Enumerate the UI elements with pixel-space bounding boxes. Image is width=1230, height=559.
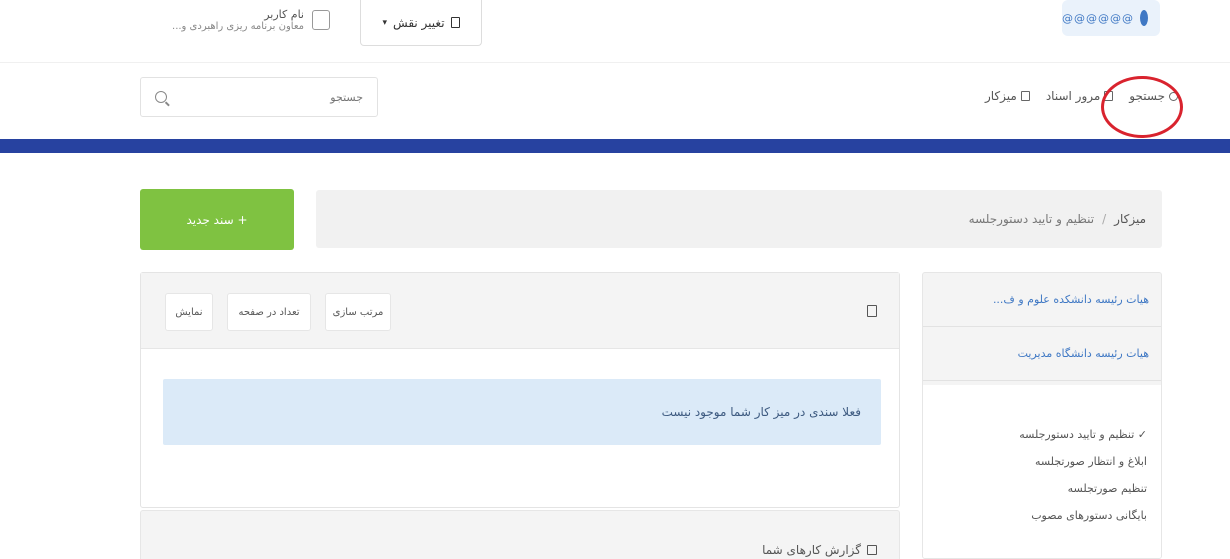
nav-item-label: میزکار [984,89,1017,103]
breadcrumb-separator: / [1102,212,1107,226]
caret-down-icon: ▾ [382,17,388,28]
user-card-icon [312,10,330,30]
user-description: معاون برنامه ریزی راهبردی و... [172,21,304,32]
sidebar-item-management-board[interactable]: هیات رئیسه دانشگاه مدیریت [923,327,1161,381]
sort-button[interactable]: مرتب سازی [325,293,391,331]
new-document-button[interactable]: + سند جدید [140,189,294,250]
user-name: نام کاربر [264,8,304,21]
report-icon [867,545,877,555]
empty-desk-alert: فعلا سندی در میز کار شما موجود نیست [163,379,881,445]
sidebar-subitem-minutes-setup[interactable]: تنظیم صورتجلسه [937,475,1147,502]
nav-item-desk[interactable]: میزکار [985,89,1030,103]
globe-icon [1140,10,1148,26]
breadcrumb-current: تنظیم و تایید دستورجلسه [968,212,1095,226]
panel-header: مرتب سازی تعداد در صفحه نمایش [141,273,899,349]
sidebar-subitem-minutes-notification[interactable]: ابلاغ و انتظار صورتجلسه [937,448,1147,475]
search-icon[interactable] [155,91,167,103]
sidebar: هیات رئیسه دانشکده علوم و ف... هیات رئیس… [922,272,1162,559]
change-role-label: تغییر نقش [393,15,445,30]
reports-panel: گزارش کارهای شما [140,510,900,559]
user-info: نام کاربر معاون برنامه ریزی راهبردی و... [172,8,304,32]
sidebar-subitem-agenda-approval[interactable]: ✓ تنظیم و تایید دستورجلسه [937,421,1147,448]
nav-item-label: مرور اسناد [1045,89,1101,103]
reports-panel-label: گزارش کارهای شما [762,543,861,557]
desk-icon [1020,91,1030,101]
breadcrumb: میزکار / تنظیم و تایید دستورجلسه [316,190,1162,248]
brand-logo[interactable]: @@@@@@ [1062,0,1160,36]
change-role-button[interactable]: تغییر نقش ▾ [360,0,482,46]
highlight-annotation-circle [1101,76,1183,138]
breadcrumb-home[interactable]: میزکار [1114,212,1146,226]
sidebar-subitem-approved-archive[interactable]: بایگانی دستورهای مصوب [937,502,1147,529]
document-icon [450,17,460,28]
display-button[interactable]: نمایش [165,293,213,331]
user-block[interactable]: نام کاربر معاون برنامه ریزی راهبردی و... [140,0,330,40]
page-size-button[interactable]: تعداد در صفحه [227,293,311,331]
top-header: @@@@@@ تغییر نقش ▾ نام کاربر معاون برنام… [0,0,1230,58]
reports-panel-title: گزارش کارهای شما [762,543,877,557]
desk-panel: مرتب سازی تعداد در صفحه نمایش فعلا سندی … [140,272,900,508]
search-box[interactable] [140,77,378,117]
nav-bar: میزکار مرور اسناد جستجو [0,62,1230,138]
brand-text: @@@@@@ [1062,11,1134,25]
sidebar-submenu: ✓ تنظیم و تایید دستورجلسه ابلاغ و انتظار… [923,385,1161,558]
search-input[interactable] [193,90,363,104]
document-icon [867,305,877,317]
sidebar-item-faculty-board[interactable]: هیات رئیسه دانشکده علوم و ف... [923,273,1161,327]
blue-divider-bar [0,139,1230,153]
